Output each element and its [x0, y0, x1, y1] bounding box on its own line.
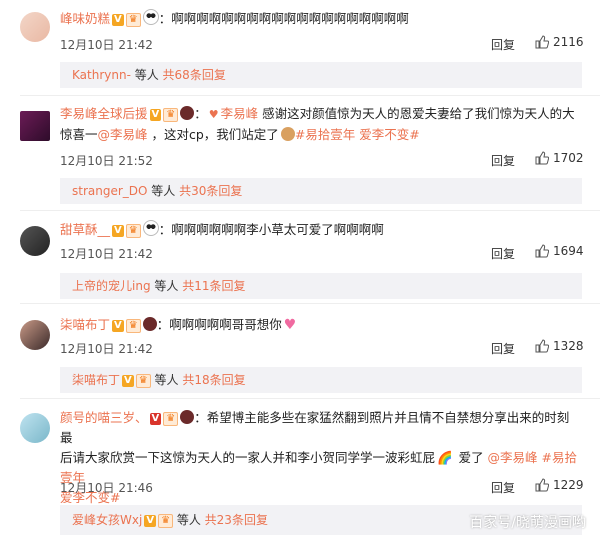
replies-summary[interactable]: 柒喵布丁 V ♛ 等人 共18条回复 — [60, 367, 582, 393]
reply-author[interactable]: 爱峰女孩Wxj — [72, 513, 142, 527]
level-badge: ♛ — [135, 374, 151, 388]
like-button[interactable]: 1694 — [535, 244, 584, 258]
thumbs-up-icon — [535, 478, 550, 492]
reply-author[interactable]: stranger_DO — [72, 184, 147, 198]
reply-count-link[interactable]: 共18条回复 — [182, 373, 245, 387]
comment-text: ：啊啊啊啊啊啊李小草太可爱了啊啊啊啊 — [158, 222, 384, 237]
dog-emoji-icon — [280, 127, 295, 141]
reply-author[interactable]: 上帝的宠儿ing — [72, 279, 151, 293]
topic-link[interactable]: #易拾壹年 — [295, 127, 355, 142]
level-badge: ♛ — [125, 224, 141, 238]
like-count: 1694 — [553, 244, 584, 258]
member-icon — [180, 410, 195, 424]
rainbow-icon: 🌈 — [437, 450, 453, 465]
reply-button[interactable]: 回复 — [491, 152, 515, 169]
mention-link[interactable]: @李易峰 — [488, 450, 538, 465]
comment-text-3: ，这对cp，我们站定了 — [147, 127, 279, 142]
thumbs-up-icon — [535, 244, 550, 258]
reply-author[interactable]: Kathrynn- — [72, 68, 131, 82]
avatar[interactable] — [20, 226, 50, 256]
level-badge: ♛ — [158, 514, 174, 528]
reply-mid-text: 等人 — [150, 373, 183, 387]
like-button[interactable]: 1702 — [535, 151, 584, 165]
reply-count-link[interactable]: 共11条回复 — [182, 279, 245, 293]
member-icon — [180, 106, 195, 120]
level-badge: ♛ — [163, 108, 179, 122]
panda-emoji-icon — [142, 9, 159, 25]
username-link[interactable]: 峰味奶糕 — [60, 11, 110, 26]
comment-item: 峰味奶糕 V ♛ ：啊啊啊啊啊啊啊啊啊啊啊啊啊啊啊啊啊啊啊 12月10日 21:42 … — [0, 0, 600, 95]
comment-text-2: 后请大家欣赏一下这惊为天人的一家人并和李小贺同学学一波彩虹屁 — [60, 450, 436, 465]
reply-author[interactable]: 柒喵布丁 — [72, 373, 120, 387]
reply-mid-text: 等人 — [147, 184, 180, 198]
comment-text: 感谢这对颜值惊为天人的恩爱夫妻给了我们惊为天人的大 — [258, 106, 575, 121]
fire-icon: ♥ — [208, 108, 219, 121]
replies-summary[interactable]: Kathrynn- 等人 共68条回复 — [60, 62, 582, 88]
avatar[interactable] — [20, 413, 50, 443]
comment-time: 12月10日 21:42 — [60, 247, 153, 261]
reply-button[interactable]: 回复 — [491, 340, 515, 357]
comment-text: ：啊啊啊啊啊哥哥想你 — [156, 317, 282, 332]
avatar[interactable] — [20, 111, 50, 141]
replies-summary[interactable]: 上帝的宠儿ing 等人 共11条回复 — [60, 273, 582, 299]
verified-badge: V — [112, 320, 124, 332]
level-badge: ♛ — [163, 412, 179, 426]
reply-count-link[interactable]: 共68条回复 — [163, 68, 226, 82]
like-count: 1702 — [553, 151, 584, 165]
reply-mid-text: 等人 — [130, 68, 163, 82]
comment-text-3: 爱了 — [454, 450, 488, 465]
comment-time: 12月10日 21:46 — [60, 481, 153, 495]
replies-summary[interactable]: stranger_DO 等人 共30条回复 — [60, 178, 582, 204]
verified-badge: V — [149, 413, 162, 425]
topic-link[interactable]: 爱李不变# — [359, 127, 419, 142]
verified-badge: V — [112, 14, 124, 26]
thumbs-up-icon — [535, 35, 550, 49]
comment-time: 12月10日 21:42 — [60, 38, 153, 52]
like-button[interactable]: 2116 — [535, 35, 584, 49]
username-link[interactable]: 颜号的喵三岁、 — [60, 410, 148, 425]
reply-button[interactable]: 回复 — [491, 479, 515, 496]
member-icon — [142, 317, 157, 331]
level-badge: ♛ — [125, 319, 141, 333]
reply-button[interactable]: 回复 — [491, 245, 515, 262]
verified-badge: V — [149, 109, 162, 121]
avatar[interactable] — [20, 320, 50, 350]
comment-item: 李易峰全球后援 V ♛： ♥ 李易峰 感谢这对颜值惊为天人的恩爱夫妻给了我们惊为天人的大… — [0, 96, 600, 210]
avatar[interactable] — [20, 12, 50, 42]
comment-time: 12月10日 21:42 — [60, 342, 153, 356]
mention-link[interactable]: @李易峰 — [98, 127, 148, 142]
like-count: 1229 — [553, 478, 584, 492]
mention-link[interactable]: 李易峰 — [221, 106, 259, 121]
verified-badge: V — [144, 515, 157, 527]
like-count: 2116 — [553, 35, 584, 49]
username-link[interactable]: 李易峰全球后援 — [60, 106, 148, 121]
reply-mid-text: 等人 — [150, 279, 183, 293]
like-count: 1328 — [553, 339, 584, 353]
comment-item: 甜草酥__ V ♛ ：啊啊啊啊啊啊李小草太可爱了啊啊啊啊 12月10日 21:42 回… — [0, 211, 600, 303]
reply-count-link[interactable]: 共23条回复 — [205, 513, 268, 527]
reply-mid-text: 等人 — [173, 513, 205, 527]
username-link[interactable]: 柒喵布丁 — [60, 317, 110, 332]
like-button[interactable]: 1328 — [535, 339, 584, 353]
username-link[interactable]: 甜草酥__ — [60, 222, 110, 237]
level-badge: ♛ — [125, 13, 141, 27]
thumbs-up-icon — [535, 151, 550, 165]
like-button[interactable]: 1229 — [535, 478, 584, 492]
thumbs-up-icon — [535, 339, 550, 353]
panda-emoji-icon — [142, 220, 159, 236]
verified-badge: V — [112, 225, 124, 237]
watermark: 百家号/晓萌漫画哟 — [469, 515, 586, 531]
heart-icon: ♥ — [283, 317, 297, 333]
reply-count-link[interactable]: 共30条回复 — [179, 184, 242, 198]
comment-time: 12月10日 21:52 — [60, 154, 153, 168]
comment-item: 柒喵布丁 V ♛ ：啊啊啊啊啊哥哥想你 ♥ 12月10日 21:42 回复 1328 柒… — [0, 304, 600, 398]
verified-badge: V — [122, 375, 134, 387]
reply-button[interactable]: 回复 — [491, 36, 515, 53]
comment-text: ：啊啊啊啊啊啊啊啊啊啊啊啊啊啊啊啊啊啊啊 — [158, 11, 409, 26]
comment-text-2: 惊喜一 — [60, 127, 98, 142]
